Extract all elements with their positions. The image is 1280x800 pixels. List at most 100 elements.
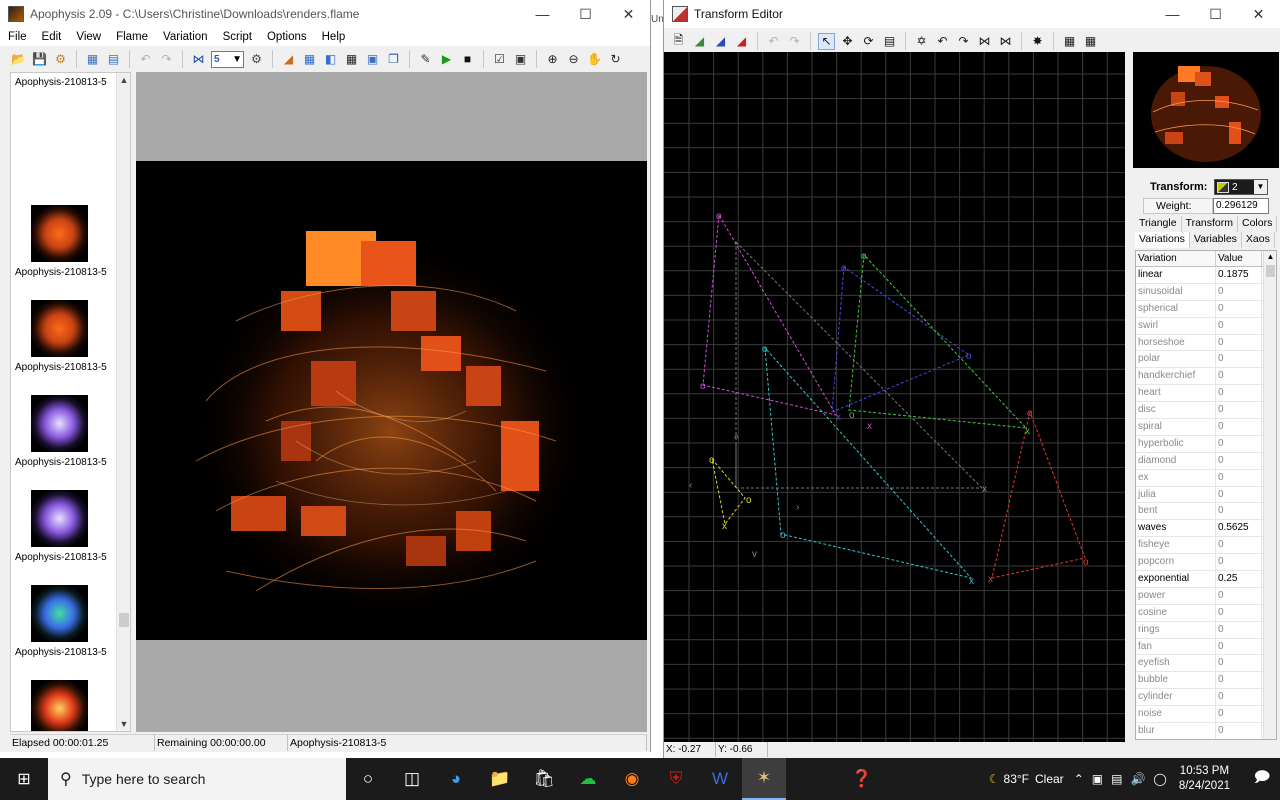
variation-row[interactable]: sinusoidal 0 [1136,283,1276,301]
variation-value[interactable]: 0 [1216,452,1262,469]
windows-start-icon[interactable]: ⊞ [0,758,48,800]
scroll-up-icon[interactable]: ▲ [117,73,130,87]
firefox-icon[interactable]: ◉ [610,758,654,800]
zoom-in-icon[interactable]: ⊕ [544,51,561,68]
edit-script-icon[interactable]: ✎ [417,51,434,68]
tab-colors[interactable]: Colors [1238,216,1278,232]
quality-combo[interactable]: 5 ▼ [211,50,244,68]
variation-row[interactable]: linear 0.1875 [1136,267,1276,284]
word-icon[interactable]: W [698,758,742,800]
variation-row[interactable]: fisheye 0 [1136,537,1276,555]
variation-row[interactable]: eyefish 0 [1136,655,1276,673]
mcafee-icon[interactable]: ⛨ [654,758,698,800]
menu-script[interactable]: Script [223,31,252,43]
variation-value[interactable]: 0.25 [1216,571,1262,587]
variation-row[interactable]: horseshoe 0 [1136,334,1276,352]
menu-view[interactable]: View [76,31,101,43]
close-button[interactable]: ✕ [1237,0,1280,28]
rotate-right-icon[interactable]: ↷ [955,33,972,50]
triangle-editor-canvas[interactable]: x ‹ ^ › v oox oox oox o o x o o x o o x [664,52,1125,742]
tab-triangle[interactable]: Triangle [1135,216,1182,232]
flame-list-scrollbar[interactable]: ▲ ▼ [116,73,130,731]
transform-select[interactable]: 2 ▼ [1214,179,1268,195]
chevron-down-icon[interactable]: ▼ [1254,180,1267,194]
flame-thumbnail[interactable] [31,300,88,357]
maximize-button[interactable]: ☐ [564,0,607,28]
flame-thumbnail[interactable] [31,395,88,452]
settings-icon[interactable]: ⚙ [52,51,69,68]
undo-icon[interactable]: ↶ [765,33,782,50]
scroll-down-icon[interactable]: ▼ [117,717,130,731]
save-icon[interactable]: 💾 [31,51,48,68]
variation-value[interactable]: 0 [1216,587,1262,604]
flame-thumbnail-label[interactable]: Apophysis-210813-5 [15,77,107,88]
variation-row[interactable]: spiral 0 [1136,419,1276,436]
flame-thumbnail-label[interactable]: Apophysis-210813-5 [15,267,107,278]
variation-value[interactable]: 0 [1216,368,1262,385]
menu-edit[interactable]: Edit [42,31,62,43]
variation-row[interactable]: ex 0 [1136,469,1276,487]
random-batch-icon[interactable]: ⋈ [190,51,207,68]
variation-value[interactable]: 0 [1216,621,1262,638]
editor-icon[interactable]: ◢ [280,51,297,68]
flame-thumbnail[interactable] [31,585,88,642]
variation-row[interactable]: power 0 [1136,587,1276,605]
flame-thumbnail-label[interactable]: Apophysis-210813-5 [15,552,107,563]
variation-row[interactable]: diamond 0 [1136,452,1276,470]
close-button[interactable]: ✕ [607,0,650,28]
file-explorer-icon[interactable]: 📁 [478,758,522,800]
cloud-app-icon[interactable]: ☁ [566,758,610,800]
variation-row[interactable]: bubble 0 [1136,672,1276,690]
pre-transform-icon[interactable]: ▦ [1061,33,1078,50]
windows-icon[interactable]: ❐ [385,51,402,68]
variation-row[interactable]: swirl 0 [1136,317,1276,335]
tab-transform[interactable]: Transform [1182,216,1238,232]
render-icon[interactable]: ⚙ [248,51,265,68]
variation-value[interactable]: 0 [1216,672,1262,689]
flame-thumbnail[interactable] [31,680,88,731]
menu-help[interactable]: Help [322,31,346,43]
variation-row[interactable]: hyperbolic 0 [1136,435,1276,453]
variation-value[interactable]: 0 [1216,723,1262,739]
variation-value[interactable]: 0.5625 [1216,520,1262,537]
menu-variation[interactable]: Variation [163,31,208,43]
flip-vertical-icon[interactable]: ⋈ [997,33,1014,50]
rotate-left-icon[interactable]: ↶ [934,33,951,50]
select-pointer-icon[interactable]: ↖ [818,32,835,50]
select-icon[interactable]: ☑ [491,51,508,68]
variations-table[interactable]: Variation Value linear 0.1875 sinusoidal 0 s… [1135,250,1277,740]
add-transform-icon[interactable]: ◢ [691,33,708,50]
variation-value[interactable]: 0 [1216,638,1262,655]
variation-row[interactable]: bent 0 [1136,503,1276,521]
variation-value[interactable]: 0 [1216,283,1262,300]
adjust-icon[interactable]: ▦ [301,51,318,68]
variation-value[interactable]: 0 [1216,469,1262,486]
weight-input[interactable]: 0.296129 [1213,198,1269,214]
hand-icon[interactable]: ✋ [586,51,603,68]
maximize-button[interactable]: ☐ [1194,0,1237,28]
undo-icon[interactable]: ↶ [137,51,154,68]
post-transform-icon[interactable]: ▦ [1082,33,1099,50]
task-view-icon[interactable]: ◫ [390,758,434,800]
variation-row[interactable]: exponential 0.25 [1136,571,1276,588]
scroll-up-icon[interactable]: ▲ [1264,251,1276,263]
play-icon[interactable]: ▶ [438,51,455,68]
variation-value[interactable]: 0 [1216,655,1262,672]
flame-thumbnail-label[interactable]: Apophysis-210813-5 [15,647,107,658]
variation-value[interactable]: 0 [1216,503,1262,520]
menu-flame[interactable]: Flame [116,31,148,43]
help-icon[interactable]: ❓ [840,758,884,800]
menu-options[interactable]: Options [267,31,307,43]
icon-view-icon[interactable]: ▤ [105,51,122,68]
variation-value[interactable]: 0.1875 [1216,267,1262,283]
rotate-icon[interactable]: ↻ [607,51,624,68]
scrollbar-thumb[interactable] [1266,265,1275,277]
full-frame-icon[interactable]: ▣ [512,51,529,68]
variation-row[interactable]: heart 0 [1136,385,1276,403]
variation-row[interactable]: julia 0 [1136,486,1276,504]
stop-icon[interactable]: ■ [459,51,476,68]
flame-thumbnail[interactable] [31,205,88,262]
variation-row[interactable]: handkerchief 0 [1136,368,1276,386]
variation-value[interactable]: 0 [1216,317,1262,334]
variation-value[interactable]: 0 [1216,689,1262,706]
